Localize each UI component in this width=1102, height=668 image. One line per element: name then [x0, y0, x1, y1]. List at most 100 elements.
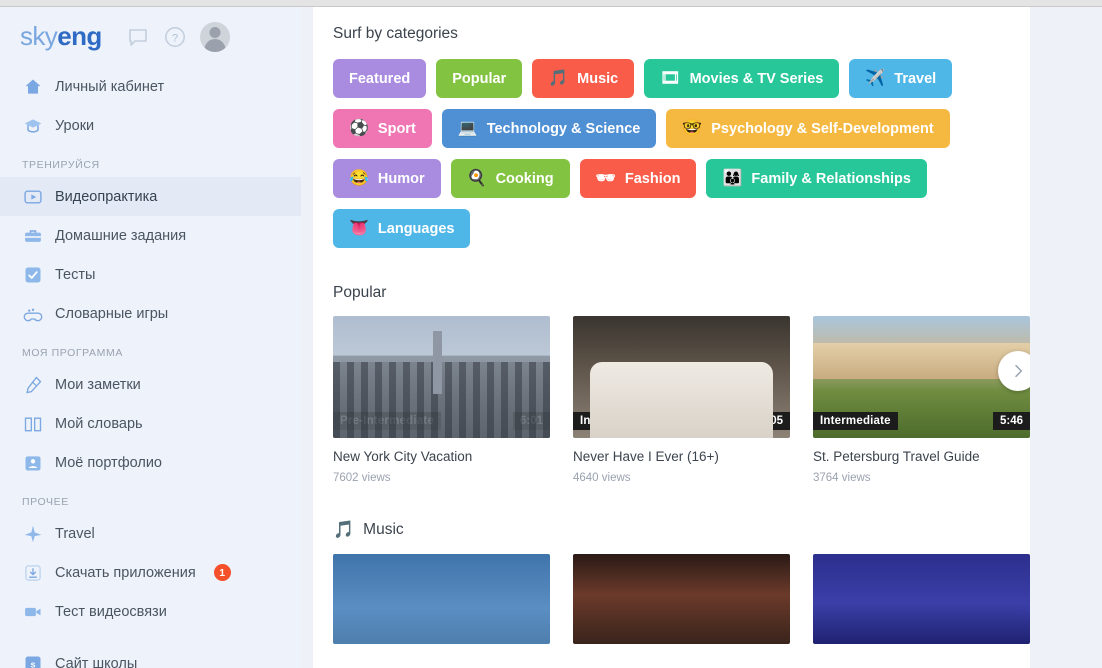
video-card[interactable]	[573, 553, 790, 644]
video-card[interactable]	[813, 553, 1030, 644]
sidebar-item-book[interactable]: Мой словарь	[0, 404, 301, 443]
category-emoji-icon: 🤓	[682, 119, 703, 137]
video-view-count: 7602 views	[333, 471, 391, 484]
category-button-technology-science[interactable]: 💻 Technology & Science	[441, 109, 657, 148]
video-card[interactable]: Intermediate 3:05 Never Have I Ever (16+) 4…	[573, 316, 790, 484]
sidebar-item-airplane[interactable]: Travel	[0, 514, 301, 553]
category-button-label: Cooking	[495, 170, 554, 187]
airplane-icon	[22, 523, 44, 545]
skyeng-logo[interactable]: skyeng	[20, 21, 102, 52]
section-heading: Popular	[333, 284, 1010, 302]
sidebar-item-checkbox[interactable]: Тесты	[0, 255, 301, 294]
category-button-label: Family & Relationships	[751, 170, 911, 187]
main-inner: Surf by categories Featured Popular 🎵 Music…	[313, 7, 1030, 644]
category-button-music[interactable]: 🎵 Music	[532, 59, 635, 98]
gamepad-icon	[22, 303, 44, 325]
section-heading: 🎵 Music	[333, 520, 1010, 540]
video-view-count: 3764 views	[813, 471, 871, 484]
video-thumbnail[interactable]	[333, 553, 550, 644]
category-emoji-icon: 😂	[349, 169, 369, 187]
duration-badge: 3:05	[752, 412, 790, 430]
sidebar-item-label: Моё портфолио	[55, 454, 163, 471]
category-button-humor[interactable]: 😂 Humor	[333, 159, 441, 198]
video-title[interactable]: New York City Vacation	[333, 448, 550, 466]
video-card[interactable]: Intermediate 5:46 St. Petersburg Travel Gu…	[813, 316, 1030, 484]
skyeng-square-icon: s	[22, 653, 44, 668]
sidebar-section-label: ПРОЧЕЕ	[22, 496, 69, 508]
category-row: 👅 Languages	[333, 209, 1010, 248]
category-button-label: Psychology & Self-Development	[711, 120, 934, 137]
category-button-label: Sport	[377, 120, 416, 137]
sidebar-item-label: Тесты	[55, 266, 96, 283]
level-badge: Intermediate	[813, 412, 898, 430]
sidebar-item-briefcase[interactable]: Домашние задания	[0, 216, 301, 255]
video-sections: Popular Pre-Intermediate 6:01 New York City…	[333, 284, 1030, 644]
sidebar-item-label: Тест видеосвязи	[55, 603, 167, 620]
category-emoji-icon: 💻	[457, 119, 478, 137]
level-badge: Pre-Intermediate	[333, 412, 441, 430]
page-title: Surf by categories	[333, 25, 458, 42]
video-title[interactable]: Never Have I Ever (16+)	[573, 448, 790, 466]
section-title: Music	[363, 520, 404, 538]
category-emoji-icon: 👅	[349, 219, 369, 237]
category-button-movies-tv-series[interactable]: 🎞 Movies & TV Series	[644, 59, 840, 98]
logo-part-eng: eng	[57, 21, 102, 51]
chat-icon[interactable]	[126, 25, 150, 49]
app-root: skyeng ? Личный кабинет Уроки ТРЕНИРУЙСЯ Ви…	[0, 0, 1102, 668]
category-button-cooking[interactable]: 🍳 Cooking	[450, 159, 570, 198]
sidebar-item-label: Сайт школы	[55, 655, 138, 668]
category-button-popular[interactable]: Popular	[436, 59, 523, 98]
category-button-label: Movies & TV Series	[689, 70, 824, 87]
sidebar-item-home[interactable]: Личный кабинет	[0, 67, 301, 106]
sidebar-item-gamepad[interactable]: Словарные игры	[0, 294, 301, 333]
sidebar-item-graduation-cap[interactable]: Уроки	[0, 106, 301, 145]
video-thumbnail[interactable]: Pre-Intermediate 6:01	[333, 316, 550, 438]
category-button-label: Fashion	[624, 170, 681, 187]
category-emoji-icon: ✈️	[865, 69, 886, 87]
sidebar-item-label: Видеопрактика	[55, 188, 158, 205]
video-thumbnail[interactable]	[573, 553, 790, 644]
category-button-featured[interactable]: Featured	[333, 59, 427, 98]
category-button-travel[interactable]: ✈️ Travel	[849, 59, 953, 98]
svg-text:s: s	[30, 659, 35, 668]
category-button-label: Featured	[349, 70, 411, 87]
category-button-fashion[interactable]: 🕶 Fashion	[579, 159, 697, 198]
download-icon	[22, 562, 44, 584]
sidebar-item-play[interactable]: Видеопрактика	[0, 177, 301, 216]
sidebar-item-skyeng-square[interactable]: s Сайт школы	[0, 644, 301, 668]
category-button-label: Music	[577, 70, 619, 87]
notification-badge: 1	[213, 564, 231, 581]
category-button-languages[interactable]: 👅 Languages	[333, 209, 471, 248]
sidebar-item-download[interactable]: Скачать приложения 1	[0, 553, 301, 592]
video-thumbnail[interactable]: Intermediate 3:05	[573, 316, 790, 438]
video-thumbnail[interactable]: Intermediate 5:46	[813, 316, 1030, 438]
right-gutter	[1030, 7, 1102, 668]
video-card[interactable]: Pre-Intermediate 6:01 New York City Vacati…	[333, 316, 550, 484]
category-button-sport[interactable]: ⚽ Sport	[333, 109, 432, 148]
video-card[interactable]	[333, 553, 550, 644]
category-emoji-icon: 🎞	[660, 69, 681, 87]
home-icon	[22, 76, 44, 98]
sidebar-item-videocam[interactable]: Тест видеосвязи	[0, 592, 301, 631]
sidebar-item-label: Домашние задания	[55, 227, 187, 244]
category-button-family-relationships[interactable]: 👨‍👩‍👦 Family & Relationships	[706, 159, 927, 198]
category-button-grid: Featured Popular 🎵 Music 🎞 Movies & TV Series…	[333, 59, 1010, 248]
video-thumbnail[interactable]	[813, 553, 1030, 644]
sidebar-item-pencil[interactable]: Мои заметки	[0, 365, 301, 404]
svg-text:?: ?	[172, 32, 178, 44]
briefcase-icon	[22, 225, 44, 247]
sidebar-section-label: МОЯ ПРОГРАММА	[22, 347, 123, 359]
category-button-psychology-self-development[interactable]: 🤓 Psychology & Self-Development	[666, 109, 950, 148]
category-emoji-icon: ⚽	[349, 119, 369, 137]
duration-badge: 5:46	[992, 412, 1030, 430]
portfolio-icon	[22, 452, 44, 474]
avatar[interactable]	[199, 21, 230, 52]
help-icon[interactable]: ?	[163, 25, 187, 49]
carousel-next-button[interactable]	[998, 351, 1030, 391]
sidebar-item-portfolio[interactable]: Моё портфолио	[0, 443, 301, 482]
category-emoji-icon: 🕶	[595, 169, 616, 187]
video-title[interactable]: St. Petersburg Travel Guide	[813, 448, 1030, 466]
sidebar-section-label: ТРЕНИРУЙСЯ	[22, 159, 100, 171]
pencil-icon	[22, 374, 44, 396]
